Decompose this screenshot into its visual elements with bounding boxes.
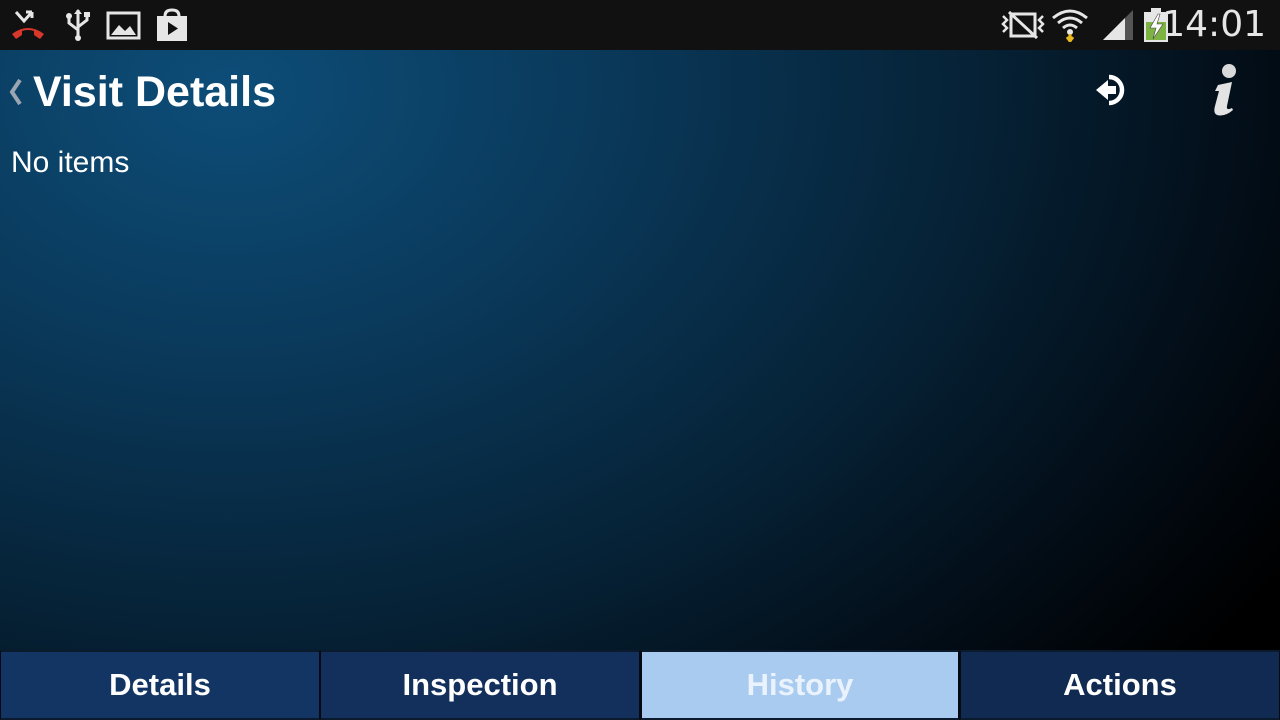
silent-mode-icon [1001, 10, 1045, 40]
page-title[interactable]: Visit Details [33, 66, 276, 118]
usb-icon [66, 9, 90, 41]
back-chevron-icon[interactable] [8, 77, 24, 107]
empty-list-message: No items [11, 146, 130, 179]
header: Visit Details [0, 50, 1280, 134]
tab-details[interactable]: Details [0, 650, 320, 720]
missed-call-icon [12, 10, 44, 39]
status-clock: 14:01 [1162, 4, 1266, 45]
status-bar: 14:01 [0, 0, 1280, 50]
tab-history[interactable]: History [640, 650, 960, 720]
tab-inspection[interactable]: Inspection [320, 650, 640, 720]
app-content-area: Visit Details No items [0, 50, 1280, 650]
tab-actions[interactable]: Actions [960, 650, 1280, 720]
info-icon[interactable] [1200, 63, 1250, 119]
play-store-icon [157, 8, 187, 41]
logout-icon[interactable] [1092, 71, 1130, 109]
signal-icon [1103, 10, 1133, 40]
wifi-icon [1052, 9, 1088, 42]
gallery-icon [106, 11, 141, 40]
tab-bar: Details Inspection History Actions [0, 650, 1280, 720]
